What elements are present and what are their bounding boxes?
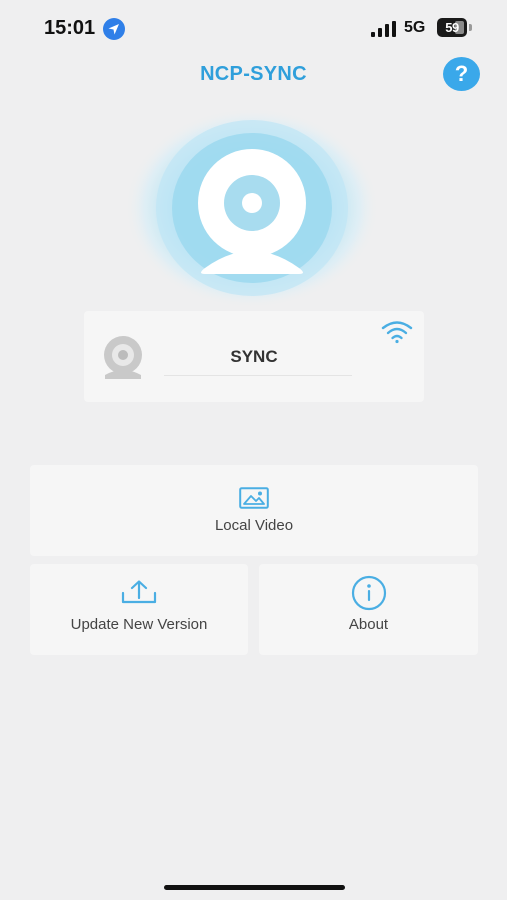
wifi-icon: [381, 321, 413, 344]
help-button[interactable]: ?: [443, 57, 480, 91]
update-new-version-button[interactable]: Update New Version: [30, 564, 248, 655]
device-card[interactable]: SYNC: [84, 311, 424, 402]
page-title: NCP-SYNC: [200, 63, 307, 85]
upload-icon: [121, 580, 157, 604]
device-divider: [164, 375, 352, 376]
image-icon: [239, 487, 269, 509]
info-icon: [351, 575, 386, 611]
local-video-label: Local Video: [214, 517, 294, 534]
network-type: 5G: [404, 19, 426, 36]
update-new-version-label: Update New Version: [70, 616, 208, 633]
device-name: SYNC: [230, 347, 278, 366]
status-bar: 15:01 5G 59: [0, 0, 507, 56]
battery-icon: 59: [437, 18, 473, 38]
home-indicator[interactable]: [164, 885, 345, 890]
camera-hero-icon: [125, 108, 379, 308]
battery-level: 59: [445, 20, 459, 35]
help-icon: ?: [454, 61, 469, 86]
cellular-signal-icon: [371, 21, 396, 37]
local-video-button[interactable]: Local Video: [30, 465, 478, 556]
about-label: About: [348, 616, 389, 633]
camera-thumbnail-icon: [104, 336, 142, 379]
location-arrow-icon: [103, 18, 125, 40]
about-button[interactable]: About: [259, 564, 478, 655]
status-time: 15:01: [44, 17, 96, 39]
